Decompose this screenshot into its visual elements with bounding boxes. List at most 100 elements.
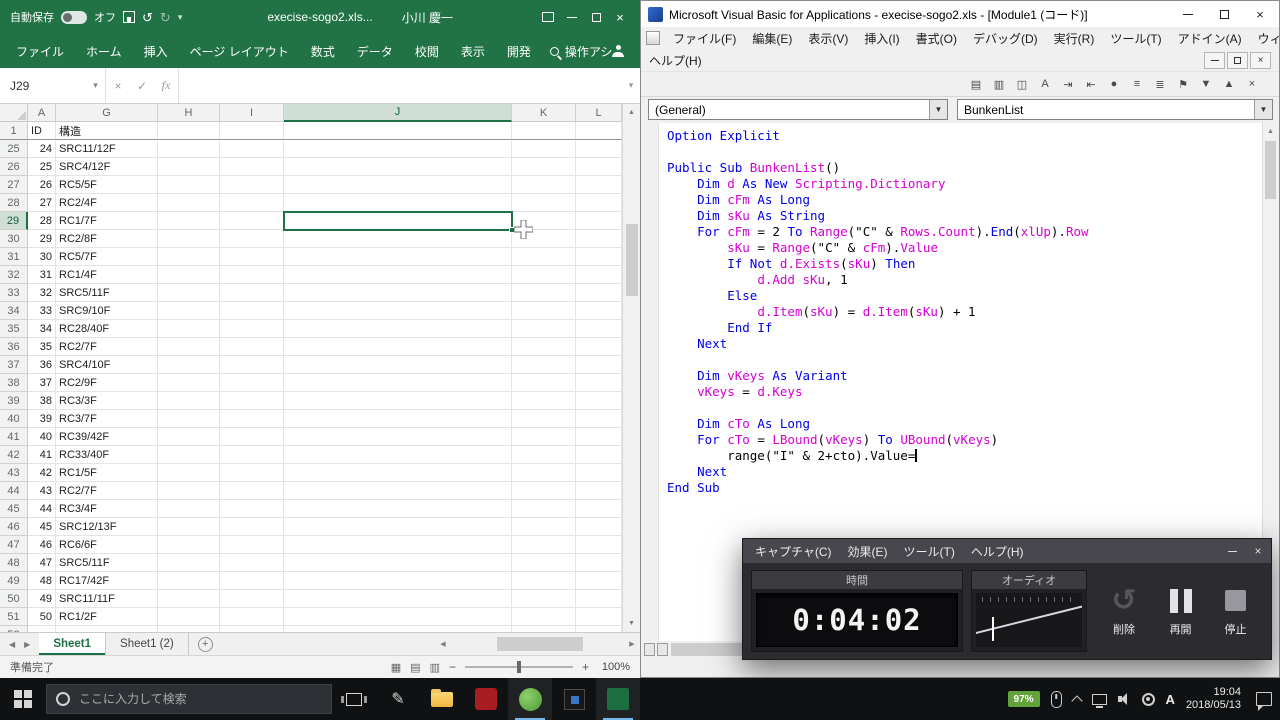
uncomment-block-icon[interactable]: ≣ [1151, 75, 1169, 93]
file-explorer-button[interactable] [420, 678, 464, 720]
recorder-menu-4[interactable]: ヘルプ(H) [963, 539, 1032, 563]
cell[interactable] [158, 428, 220, 446]
cell[interactable] [576, 248, 622, 266]
cell[interactable]: 26 [28, 176, 56, 194]
name-box-dropdown-icon[interactable]: ▾ [86, 68, 106, 103]
cell[interactable] [576, 158, 622, 176]
cell[interactable]: RC39/42F [56, 428, 158, 446]
cell[interactable] [576, 536, 622, 554]
outdent-icon[interactable]: ⇤ [1082, 75, 1100, 93]
scroll-right-icon[interactable]: ▶ [624, 640, 640, 648]
sheet-next-icon[interactable]: ▶ [24, 640, 30, 649]
cell[interactable]: 40 [28, 428, 56, 446]
cell[interactable] [220, 536, 284, 554]
page-break-view-icon[interactable]: ▥ [430, 661, 440, 674]
share-icon[interactable] [612, 45, 624, 57]
toggle-bookmark-icon[interactable]: ⚑ [1174, 75, 1192, 93]
cell[interactable] [284, 482, 512, 500]
row-header-46[interactable]: 46 [0, 518, 28, 536]
cell[interactable]: 34 [28, 320, 56, 338]
row-header-43[interactable]: 43 [0, 464, 28, 482]
row-header-45[interactable]: 45 [0, 500, 28, 518]
cell[interactable] [576, 374, 622, 392]
redo-icon[interactable]: ↻ [160, 11, 171, 24]
cell[interactable]: 39 [28, 410, 56, 428]
cell[interactable] [284, 248, 512, 266]
cell[interactable] [158, 140, 220, 158]
quick-info-icon[interactable]: ▥ [990, 75, 1008, 93]
cell[interactable] [220, 212, 284, 230]
cell[interactable] [284, 554, 512, 572]
cell[interactable] [158, 590, 220, 608]
insert-function-icon[interactable]: fx [154, 78, 178, 93]
cell[interactable] [220, 410, 284, 428]
row-header-25[interactable]: 25 [0, 140, 28, 158]
cell[interactable]: RC1/4F [56, 266, 158, 284]
column-header-A[interactable]: A [28, 104, 56, 122]
qat-customize-icon[interactable]: ▾ [178, 13, 183, 22]
cell[interactable]: 46 [28, 536, 56, 554]
cell[interactable] [284, 230, 512, 248]
vbe-vscrollbar-thumb[interactable] [1265, 141, 1276, 199]
cell[interactable] [220, 284, 284, 302]
scroll-up-icon[interactable]: ▲ [623, 104, 640, 121]
cell[interactable] [512, 266, 576, 284]
cell[interactable]: RC3/4F [56, 500, 158, 518]
mdi-restore-icon[interactable] [1227, 52, 1248, 69]
cell[interactable] [512, 302, 576, 320]
cell[interactable]: SRC11/11F [56, 590, 158, 608]
cell[interactable] [576, 392, 622, 410]
cell[interactable] [158, 392, 220, 410]
procedure-dropdown-arrow-icon[interactable]: ▼ [1254, 100, 1272, 119]
cell[interactable] [158, 302, 220, 320]
mouse-settings-icon[interactable] [1051, 691, 1062, 708]
taskbar-clock[interactable]: 19:04 2018/05/13 [1186, 686, 1241, 712]
row-header-42[interactable]: 42 [0, 446, 28, 464]
maximize-icon[interactable] [586, 7, 606, 27]
row-header-32[interactable]: 32 [0, 266, 28, 284]
cell[interactable]: SRC4/12F [56, 158, 158, 176]
pen-app-button[interactable]: ✎ [376, 678, 420, 720]
cell[interactable] [220, 392, 284, 410]
settings-icon[interactable] [1142, 693, 1155, 706]
cell[interactable]: 38 [28, 392, 56, 410]
ime-mode-indicator[interactable]: A [1166, 692, 1175, 707]
mdi-close-icon[interactable]: × [1250, 52, 1271, 69]
cell[interactable] [158, 320, 220, 338]
column-header-K[interactable]: K [512, 104, 576, 122]
cell[interactable]: 43 [28, 482, 56, 500]
cell[interactable] [512, 176, 576, 194]
sheet-tab-1[interactable]: Sheet1 [39, 633, 106, 655]
cell[interactable] [220, 122, 284, 140]
cell[interactable] [576, 320, 622, 338]
vbe-scroll-up-icon[interactable]: ▲ [1263, 123, 1278, 140]
audio-meter[interactable] [976, 593, 1082, 647]
cell[interactable] [284, 392, 512, 410]
cell[interactable]: RC6/6F [56, 536, 158, 554]
menu-1[interactable]: ファイル(F) [665, 27, 744, 49]
cell[interactable] [158, 194, 220, 212]
cell[interactable] [284, 590, 512, 608]
cell[interactable]: 47 [28, 554, 56, 572]
cell[interactable] [512, 194, 576, 212]
cell[interactable] [576, 284, 622, 302]
cell[interactable] [220, 608, 284, 626]
cell[interactable] [576, 176, 622, 194]
vbe-minimize-icon[interactable] [1173, 3, 1203, 25]
scroll-left-icon[interactable]: ◀ [435, 640, 451, 648]
excel-button[interactable] [596, 678, 640, 720]
cell[interactable]: RC1/7F [56, 212, 158, 230]
cell[interactable] [284, 410, 512, 428]
cell[interactable] [512, 284, 576, 302]
cell[interactable] [284, 158, 512, 176]
cell[interactable] [512, 374, 576, 392]
menu-5[interactable]: 書式(O) [908, 27, 965, 49]
recorder-close-icon[interactable]: × [1245, 539, 1271, 563]
cell[interactable] [576, 590, 622, 608]
cell[interactable]: 36 [28, 356, 56, 374]
menu-help[interactable]: ヘルプ(H) [641, 49, 710, 71]
cell[interactable] [576, 230, 622, 248]
cell[interactable]: 25 [28, 158, 56, 176]
cell[interactable] [284, 284, 512, 302]
row-header-49[interactable]: 49 [0, 572, 28, 590]
